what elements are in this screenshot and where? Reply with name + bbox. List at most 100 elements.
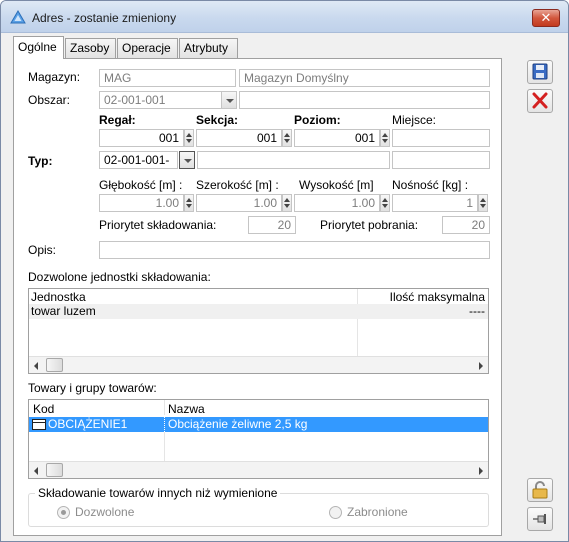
scroll-right-icon[interactable] <box>479 362 483 370</box>
typ-field[interactable]: 02-001-001- <box>99 151 178 169</box>
glebokosc-label: Głębokość [m] : <box>99 178 183 192</box>
priorytet-pobrania-label: Priorytet pobrania: <box>320 218 419 232</box>
poziom-spinner[interactable] <box>380 129 390 147</box>
units-grid-header: Jednostka Ilość maksymalna <box>29 289 488 304</box>
scroll-left-icon[interactable] <box>34 467 38 475</box>
close-button[interactable]: ✕ <box>532 9 560 27</box>
nosnosc-spinner[interactable] <box>478 194 488 212</box>
spin-up-icon <box>284 198 290 202</box>
pin-button[interactable] <box>527 507 553 531</box>
regal-label: Regał: <box>99 113 136 127</box>
scroll-left-icon[interactable] <box>34 362 38 370</box>
wysokosc-field[interactable]: 1.00 <box>294 194 380 212</box>
table-row[interactable]: OBCIĄŻENIE1 Obciążenie żeliwne 2,5 kg <box>29 417 488 432</box>
spin-down-icon <box>284 139 290 143</box>
column-header-kod[interactable]: Kod <box>33 402 54 416</box>
wysokosc-label: Wysokość [m] <box>299 178 374 192</box>
dialog-window: Adres - zostanie zmieniony ✕ Ogólne Zaso… <box>0 0 569 542</box>
spin-up-icon <box>382 133 388 137</box>
units-horizontal-scrollbar[interactable] <box>29 356 488 373</box>
radio-dozwolone[interactable] <box>57 506 70 519</box>
typ-description-field[interactable] <box>197 151 390 169</box>
cell-jednostka: towar luzem <box>31 304 96 318</box>
tab-ogolne[interactable]: Ogólne <box>13 36 64 59</box>
lock-icon <box>532 481 548 499</box>
tab-operacje[interactable]: Operacje <box>117 38 178 58</box>
save-icon <box>532 63 548 80</box>
obszar-field[interactable]: 02-001-001 <box>99 91 222 109</box>
tab-atrybuty[interactable]: Atrybuty <box>179 38 238 58</box>
spin-down-icon <box>186 139 192 143</box>
column-divider <box>164 400 165 415</box>
radio-zabronione-label[interactable]: Zabronione <box>347 505 408 519</box>
units-section-title: Dozwolone jednostki składowania: <box>28 270 211 284</box>
regal-field[interactable]: 001 <box>99 129 184 147</box>
priorytet-skladowania-field[interactable]: 20 <box>248 216 296 234</box>
column-header-jednostka[interactable]: Jednostka <box>31 290 86 304</box>
spin-down-icon <box>186 204 192 208</box>
priorytet-pobrania-field[interactable]: 20 <box>442 216 490 234</box>
spin-down-icon <box>382 204 388 208</box>
nosnosc-field[interactable]: 1 <box>392 194 478 212</box>
sekcja-spinner[interactable] <box>282 129 292 147</box>
column-divider <box>357 319 358 359</box>
glebokosc-spinner[interactable] <box>184 194 194 212</box>
typ-label: Typ: <box>28 154 53 168</box>
radio-dozwolone-label[interactable]: Dozwolone <box>75 505 134 519</box>
cancel-icon <box>532 92 548 109</box>
pin-icon <box>533 514 546 524</box>
opis-label: Opis: <box>28 243 57 257</box>
nosnosc-label: Nośność [kg] : <box>392 178 469 192</box>
poziom-label: Poziom: <box>294 113 341 127</box>
storage-group-title: Składowanie towarów innych niż wymienion… <box>35 486 281 500</box>
window-title: Adres - zostanie zmieniony <box>32 11 177 25</box>
goods-section-title: Towary i grupy towarów: <box>28 381 157 395</box>
obszar-description-field[interactable] <box>239 91 490 109</box>
typ-extra-field[interactable] <box>392 151 490 169</box>
sekcja-label: Sekcja: <box>196 113 239 127</box>
column-header-nazwa[interactable]: Nazwa <box>168 402 205 416</box>
tab-zasoby[interactable]: Zasoby <box>65 38 116 58</box>
scroll-thumb[interactable] <box>46 358 63 372</box>
column-divider <box>164 432 165 462</box>
miejsce-field[interactable] <box>392 129 490 147</box>
save-button[interactable] <box>527 60 553 84</box>
radio-zabronione[interactable] <box>329 506 342 519</box>
szerokosc-field[interactable]: 1.00 <box>196 194 282 212</box>
obszar-label: Obszar: <box>28 93 71 107</box>
column-header-ilosc[interactable]: Ilość maksymalna <box>390 290 485 304</box>
table-row[interactable]: towar luzem ---- <box>29 304 488 319</box>
chevron-down-icon <box>226 99 234 103</box>
cell-ilosc: ---- <box>469 304 485 318</box>
magazyn-label: Magazyn: <box>28 70 81 84</box>
magazyn-name-field[interactable]: Magazyn Domyślny <box>239 69 490 87</box>
spin-down-icon <box>480 204 486 208</box>
units-grid[interactable]: Jednostka Ilość maksymalna towar luzem -… <box>28 288 489 374</box>
spin-up-icon <box>186 133 192 137</box>
spin-up-icon <box>284 133 290 137</box>
poziom-field[interactable]: 001 <box>294 129 380 147</box>
title-bar[interactable]: Adres - zostanie zmieniony ✕ <box>1 1 568 33</box>
item-card-icon <box>32 419 46 430</box>
magazyn-code-field[interactable]: MAG <box>99 69 236 87</box>
opis-field[interactable] <box>99 241 490 259</box>
goods-grid[interactable]: Kod Nazwa OBCIĄŻENIE1 Obciążenie żeliwne… <box>28 399 489 479</box>
goods-grid-header: Kod Nazwa <box>29 400 488 416</box>
regal-spinner[interactable] <box>184 129 194 147</box>
lock-button[interactable] <box>527 478 553 502</box>
glebokosc-field[interactable]: 1.00 <box>99 194 184 212</box>
obszar-dropdown-button[interactable] <box>221 91 237 109</box>
goods-horizontal-scrollbar[interactable] <box>29 461 488 478</box>
sekcja-field[interactable]: 001 <box>196 129 282 147</box>
szerokosc-spinner[interactable] <box>282 194 292 212</box>
scroll-thumb[interactable] <box>46 463 63 477</box>
scroll-right-icon[interactable] <box>479 467 483 475</box>
spin-down-icon <box>284 204 290 208</box>
typ-dropdown-button[interactable] <box>179 151 195 169</box>
wysokosc-spinner[interactable] <box>380 194 390 212</box>
cancel-button[interactable] <box>527 89 553 113</box>
cell-kod: OBCIĄŻENIE1 <box>48 417 128 431</box>
column-divider <box>357 289 358 304</box>
app-triangle-icon <box>10 10 26 24</box>
miejsce-label: Miejsce: <box>392 113 437 127</box>
